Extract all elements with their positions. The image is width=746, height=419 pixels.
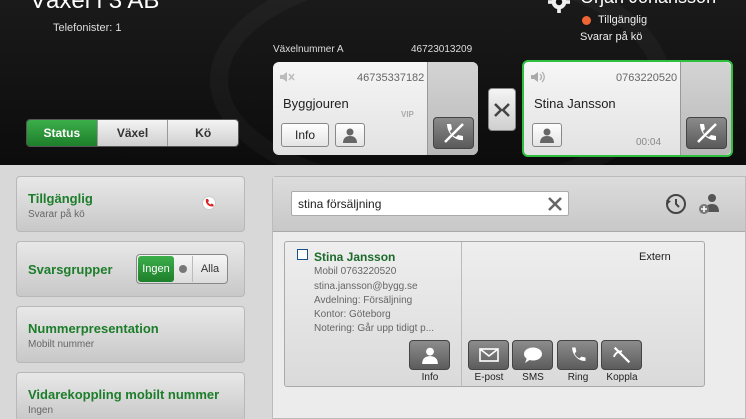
hangup-button[interactable] (686, 117, 727, 149)
result-office: Kontor: Göteborg (314, 309, 391, 320)
main-tabs: Status Växel Kö (26, 119, 239, 147)
toggle-option-ingen[interactable]: Ingen (138, 256, 174, 282)
answer-groups-panel: Svarsgrupper Ingen Alla (16, 241, 245, 297)
search-input[interactable] (291, 191, 569, 216)
operator-count: Telefonister: 1 (53, 22, 122, 34)
tab-ko[interactable]: Kö (167, 120, 238, 146)
switchboard-label: Växelnummer A (273, 44, 344, 55)
switchboard-number: 46723013209 (411, 44, 473, 55)
call-label: Ring (567, 372, 589, 383)
email-label: E-post (474, 372, 504, 383)
transfer-button[interactable] (488, 88, 516, 131)
contact-info-button[interactable] (409, 340, 450, 370)
availability-panel[interactable]: Tillgänglig Svarar på kö (16, 176, 245, 232)
call-a-name: Byggjouren (283, 96, 349, 111)
answer-groups-title: Svarsgrupper (28, 262, 113, 277)
number-presentation-title: Nummerpresentation (28, 321, 159, 336)
toggle-knob (179, 265, 187, 273)
transfer-icon (612, 346, 630, 364)
person-icon (540, 128, 554, 143)
result-divider (461, 242, 462, 386)
select-checkbox[interactable] (297, 249, 308, 260)
info-button[interactable]: Info (281, 123, 329, 147)
availability-title: Tillgänglig (28, 191, 93, 206)
connect-button[interactable] (601, 340, 642, 370)
tab-status[interactable]: Status (27, 120, 97, 146)
chat-bubble-icon (523, 347, 542, 363)
speaker-muted-icon (280, 72, 295, 82)
forwarding-title: Vidarekoppling mobilt nummer (28, 387, 220, 402)
gear-icon[interactable] (548, 0, 570, 13)
user-queue-status: Svarar på kö (580, 31, 643, 43)
search-panel: Stina Jansson Mobil 0763220520 stina.jan… (272, 176, 746, 419)
call-b-name: Stina Jansson (534, 96, 616, 111)
tab-vaxel[interactable]: Växel (96, 120, 168, 146)
connect-label: Koppla (606, 372, 638, 383)
company-title: Växel i 3 AB (30, 0, 160, 14)
hangup-phone-icon (443, 123, 464, 143)
forwarding-panel[interactable]: Vidarekoppling mobilt nummer Ingen (16, 372, 245, 419)
call-card-a: 46735337182 Byggjouren VIP Info (273, 62, 478, 155)
person-icon (421, 347, 438, 364)
transfer-icon (494, 102, 510, 117)
call-button[interactable] (557, 340, 598, 370)
email-button[interactable] (468, 340, 509, 370)
call-timer: 00:04 (636, 137, 662, 148)
vip-badge: VIP (401, 110, 414, 119)
contact-button[interactable] (335, 123, 365, 147)
search-result-card: Stina Jansson Mobil 0763220520 stina.jan… (284, 241, 705, 387)
hangup-phone-icon (696, 123, 717, 143)
envelope-icon (478, 348, 499, 362)
top-header: Växel i 3 AB Telefonister: 1 Örjan Johan… (0, 0, 746, 165)
call-card-b: 0763220520 Stina Jansson 00:04 (522, 60, 733, 157)
clear-search-icon[interactable] (545, 194, 565, 214)
result-department: Avdelning: Försäljning (314, 295, 413, 306)
sms-label: SMS (522, 372, 544, 383)
phone-icon (571, 347, 585, 361)
phone-icon (202, 196, 216, 210)
result-name[interactable]: Stina Jansson (314, 250, 395, 264)
result-note: Notering: Går upp tidigt p... (314, 323, 435, 334)
hangup-panel (680, 62, 731, 155)
result-mobile: Mobil 0763220520 (314, 266, 397, 277)
call-a-number: 46735337182 (357, 72, 425, 84)
speaker-icon (531, 71, 545, 83)
person-icon (343, 128, 357, 143)
answer-groups-toggle[interactable]: Ingen Alla (136, 254, 228, 284)
number-presentation-subtitle: Mobilt nummer (28, 339, 95, 350)
number-presentation-panel[interactable]: Nummerpresentation Mobilt nummer (16, 306, 245, 363)
status-indicator-icon (582, 16, 591, 25)
toggle-option-alla[interactable]: Alla (192, 256, 227, 282)
contact-button[interactable] (532, 123, 562, 147)
user-status: Tillgänglig (598, 14, 648, 26)
availability-subtitle: Svarar på kö (28, 209, 85, 220)
sms-button[interactable] (512, 340, 553, 370)
hangup-panel (427, 62, 478, 155)
call-b-number: 0763220520 (616, 72, 678, 84)
result-email: stina.jansson@bygg.se (314, 281, 418, 292)
contact-info-label: Info (421, 372, 439, 383)
hangup-button[interactable] (433, 117, 474, 149)
history-icon[interactable] (664, 192, 688, 216)
search-header (273, 177, 745, 232)
forwarding-subtitle: Ingen (28, 405, 54, 416)
result-type: Extern (639, 251, 671, 263)
user-name[interactable]: Örjan Johansson (580, 0, 716, 8)
add-contact-icon[interactable] (698, 192, 722, 216)
